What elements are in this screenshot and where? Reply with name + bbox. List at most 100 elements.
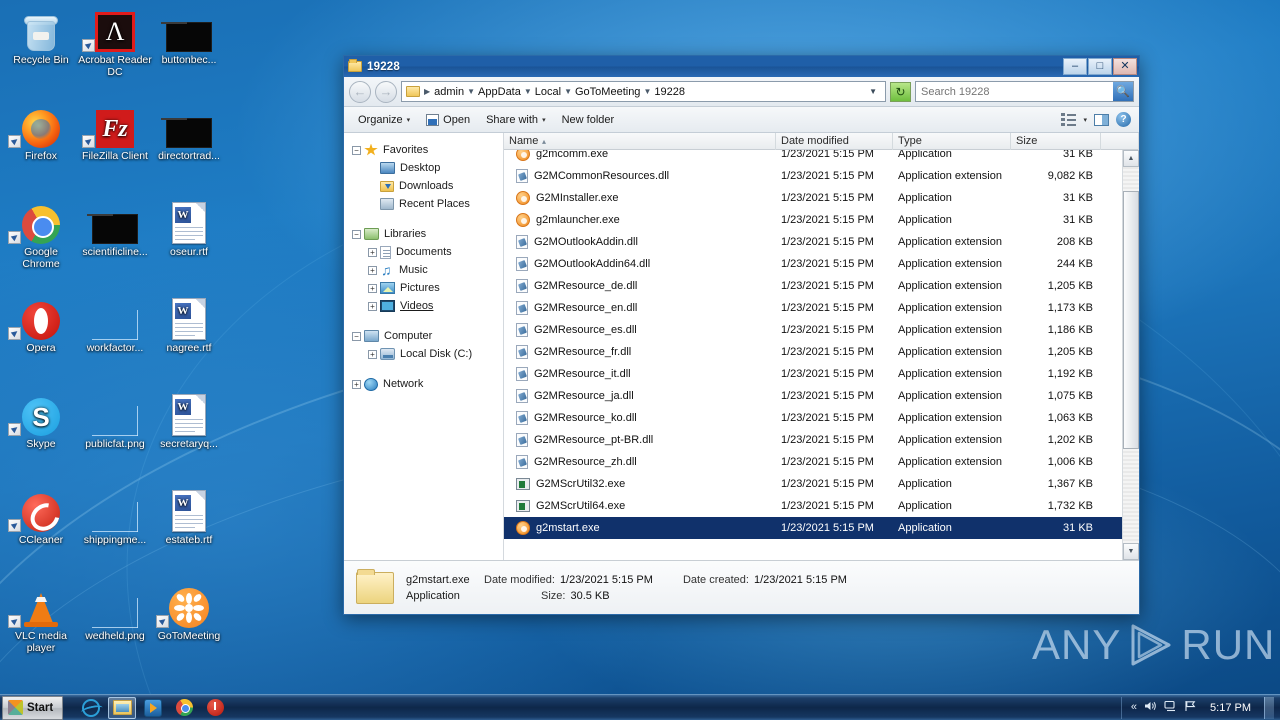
desktop-icon-google-chrome[interactable]: Google Chrome <box>4 200 78 270</box>
desktop-icon-shippingme[interactable]: shippingme... <box>78 488 152 546</box>
desktop-icon-acrobat-reader-dc[interactable]: Λ Acrobat Reader DC <box>78 8 152 78</box>
desktop-icon-secretaryq[interactable]: Wsecretaryq... <box>152 392 226 450</box>
expander-toggle[interactable]: + <box>352 379 361 389</box>
desktop-icon-directortrad[interactable]: directortrad... <box>152 104 226 162</box>
table-row[interactable]: G2MResource_it.dll 1/23/2021 5:15 PM Appli… <box>504 363 1122 385</box>
expander-toggle[interactable]: − <box>352 145 361 155</box>
desktop-icon-buttonbec[interactable]: buttonbec... <box>152 8 226 66</box>
new-folder-button[interactable]: New folder <box>554 111 623 129</box>
breadcrumb-separator[interactable]: ▼ <box>466 87 476 96</box>
expander-toggle[interactable]: − <box>352 229 361 239</box>
nav-item-music[interactable]: + Music <box>344 261 503 279</box>
column-header-type[interactable]: Type <box>893 132 1011 150</box>
search-icon[interactable]: 🔍 <box>1113 82 1133 101</box>
table-row[interactable]: G2MOutlookAddin.dll 1/23/2021 5:15 PM Appl… <box>504 231 1122 253</box>
table-row[interactable]: G2MScrUtil64.exe 1/23/2021 5:15 PM Applica… <box>504 495 1122 517</box>
column-header-date-modified[interactable]: Date modified <box>776 132 893 150</box>
table-row[interactable]: G2MScrUtil32.exe 1/23/2021 5:15 PM Applica… <box>504 473 1122 495</box>
table-row[interactable]: g2mstart.exe 1/23/2021 5:15 PM Application… <box>504 517 1122 539</box>
expander-toggle[interactable]: + <box>368 301 377 311</box>
scroll-thumb[interactable] <box>1123 191 1139 449</box>
breadcrumb-item-gotomeeting[interactable]: GoToMeeting <box>573 85 642 99</box>
column-header-name[interactable]: Name <box>504 132 776 150</box>
expander-toggle[interactable]: + <box>368 283 377 293</box>
desktop-icon-oseur-rtf[interactable]: Woseur.rtf <box>152 200 226 258</box>
table-row[interactable]: G2MOutlookAddin64.dll 1/23/2021 5:15 PM Ap… <box>504 253 1122 275</box>
action-center-icon[interactable] <box>1184 700 1197 715</box>
expander-toggle[interactable]: + <box>368 265 377 275</box>
desktop-icon-filezilla-client[interactable]: Fz FileZilla Client <box>78 104 152 162</box>
table-row[interactable]: g2mcomm.exe 1/23/2021 5:15 PM Application 3… <box>504 150 1122 165</box>
taskbar-clock[interactable]: 5:17 PM <box>1204 702 1257 714</box>
breadcrumb-item-19228[interactable]: 19228 <box>652 85 687 99</box>
nav-item-downloads[interactable]: Downloads <box>344 177 503 195</box>
desktop-icon-gotomeeting[interactable]: GoToMeeting <box>152 584 226 642</box>
desktop-icon-opera[interactable]: Opera <box>4 296 78 354</box>
table-row[interactable]: g2mlauncher.exe 1/23/2021 5:15 PM Applicat… <box>504 209 1122 231</box>
show-desktop-button[interactable] <box>1264 696 1274 719</box>
scroll-down-button[interactable]: ▼ <box>1123 543 1139 560</box>
desktop-icon-wedheld-png[interactable]: wedheld.png <box>78 584 152 642</box>
vertical-scrollbar[interactable]: ▲ ▼ <box>1122 150 1139 560</box>
share-with-button[interactable]: Share with ▾ <box>478 111 554 129</box>
maximize-button[interactable]: □ <box>1088 58 1112 75</box>
explorer-window[interactable]: 19228 – □ ✕ ← → ▶ admin ▼ AppData ▼ Local ▼ Go… <box>343 55 1140 615</box>
nav-item-favorites[interactable]: − Favorites <box>344 141 503 159</box>
breadcrumb-item-admin[interactable]: admin <box>432 85 466 99</box>
nav-item-videos[interactable]: + Videos <box>344 297 503 315</box>
help-icon[interactable]: ? <box>1116 112 1131 127</box>
expander-toggle[interactable]: + <box>368 349 377 359</box>
table-row[interactable]: G2MResource_fr.dll 1/23/2021 5:15 PM Appli… <box>504 341 1122 363</box>
taskbar-internet-explorer-icon[interactable] <box>77 697 105 719</box>
desktop-icon-publicfat-png[interactable]: publicfat.png <box>78 392 152 450</box>
back-button[interactable]: ← <box>349 80 371 103</box>
taskbar-chrome-icon[interactable] <box>170 697 198 719</box>
volume-icon[interactable] <box>1144 700 1157 715</box>
expander-toggle[interactable]: + <box>368 247 377 257</box>
table-row[interactable]: G2MResource_ko.dll 1/23/2021 5:15 PM Appli… <box>504 407 1122 429</box>
desktop-icon-vlc-media-player[interactable]: VLC media player <box>4 584 78 654</box>
taskbar-media-player-icon[interactable] <box>139 697 167 719</box>
search-input[interactable] <box>916 85 1113 98</box>
minimize-button[interactable]: – <box>1063 58 1087 75</box>
table-row[interactable]: G2MResource_ja.dll 1/23/2021 5:15 PM Appli… <box>504 385 1122 407</box>
search-box[interactable]: 🔍 <box>915 81 1134 102</box>
table-row[interactable]: G2MResource_de.dll 1/23/2021 5:15 PM Appli… <box>504 275 1122 297</box>
breadcrumb-separator[interactable]: ▼ <box>563 87 573 96</box>
taskbar-windows-explorer-icon[interactable] <box>108 696 137 719</box>
breadcrumb-item-appdata[interactable]: AppData <box>476 85 523 99</box>
expander-toggle[interactable] <box>368 164 377 173</box>
nav-item-computer[interactable]: − Computer <box>344 327 503 345</box>
close-button[interactable]: ✕ <box>1113 58 1137 75</box>
desktop-icon-skype[interactable]: S Skype <box>4 392 78 450</box>
scroll-up-button[interactable]: ▲ <box>1123 150 1139 167</box>
nav-item-libraries[interactable]: − Libraries <box>344 225 503 243</box>
start-button[interactable]: Start <box>2 695 64 720</box>
expander-toggle[interactable] <box>368 200 377 209</box>
table-row[interactable]: G2MCommonResources.dll 1/23/2021 5:15 PM A… <box>504 165 1122 187</box>
table-row[interactable]: G2MResource_pt-BR.dll 1/23/2021 5:15 PM Ap… <box>504 429 1122 451</box>
nav-item-recent-places[interactable]: Recent Places <box>344 195 503 213</box>
desktop-icon-nagree-rtf[interactable]: Wnagree.rtf <box>152 296 226 354</box>
desktop-icon-recycle-bin[interactable]: Recycle Bin <box>4 8 78 66</box>
network-icon[interactable] <box>1164 700 1177 715</box>
chevron-down-icon[interactable]: ▾ <box>1083 116 1087 124</box>
table-row[interactable]: G2MResource_es.dll 1/23/2021 5:15 PM Appli… <box>504 319 1122 341</box>
tray-overflow-icon[interactable]: « <box>1131 702 1137 713</box>
nav-item-documents[interactable]: + Documents <box>344 243 503 261</box>
desktop-icon-workfactor[interactable]: workfactor... <box>78 296 152 354</box>
organize-button[interactable]: Organize ▾ <box>350 111 418 129</box>
breadcrumb-separator[interactable]: ▼ <box>642 87 652 96</box>
breadcrumb-separator[interactable]: ▼ <box>523 87 533 96</box>
scroll-track[interactable] <box>1123 167 1139 543</box>
desktop-icon-estateb-rtf[interactable]: Westateb.rtf <box>152 488 226 546</box>
forward-button[interactable]: → <box>375 80 397 103</box>
taskbar-power-icon[interactable] <box>201 697 229 719</box>
table-row[interactable]: G2MResource_en.dll 1/23/2021 5:15 PM Appli… <box>504 297 1122 319</box>
table-row[interactable]: G2MInstaller.exe 1/23/2021 5:15 PM Applica… <box>504 187 1122 209</box>
table-row[interactable]: G2MResource_zh.dll 1/23/2021 5:15 PM Appli… <box>504 451 1122 473</box>
open-button[interactable]: Open <box>418 111 478 129</box>
nav-item-desktop[interactable]: Desktop <box>344 159 503 177</box>
refresh-button[interactable]: ↻ <box>890 81 911 102</box>
address-bar[interactable]: ▶ admin ▼ AppData ▼ Local ▼ GoToMeeting ▼ 19228 … <box>401 81 886 102</box>
